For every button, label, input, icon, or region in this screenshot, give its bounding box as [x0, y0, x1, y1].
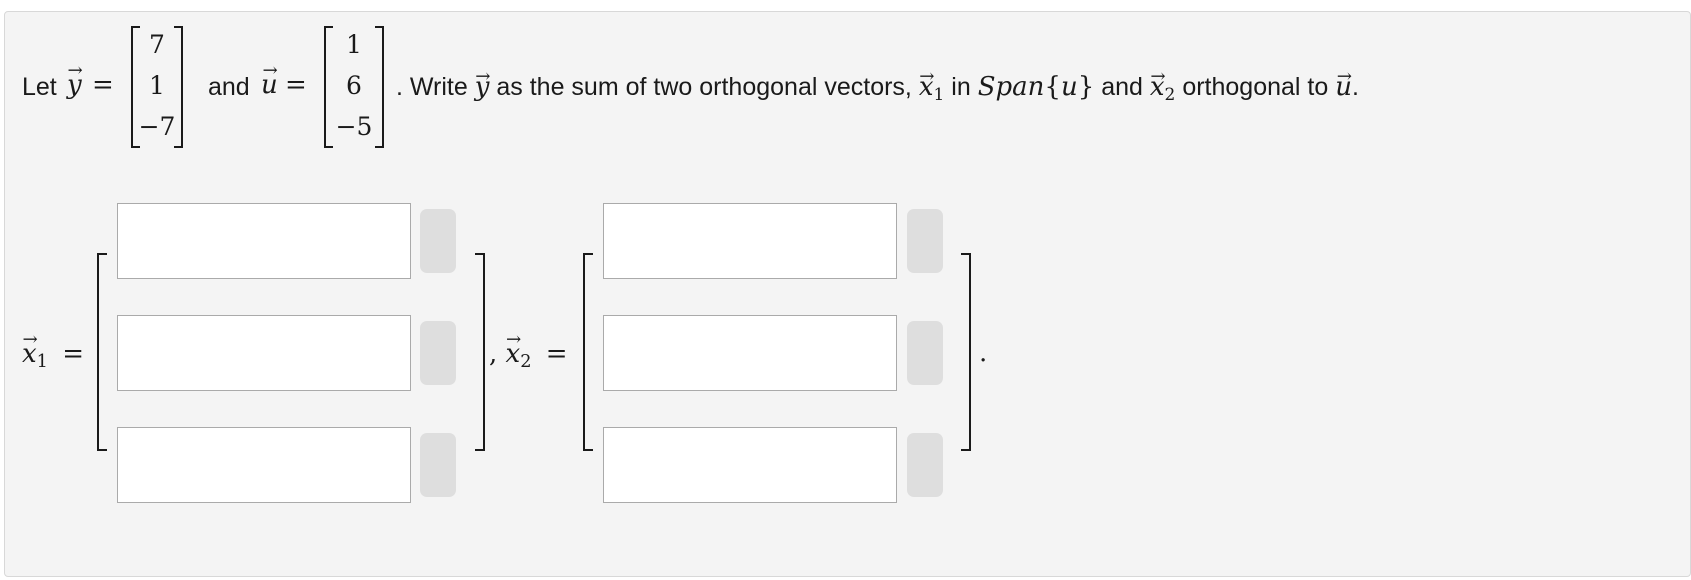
x1-entry-2-status: [420, 321, 456, 385]
x2-right-bracket: [961, 253, 971, 451]
problem-and: and: [208, 73, 250, 101]
x1-entry-1-status: [420, 209, 456, 273]
answer-period: .: [979, 338, 988, 368]
x2-left-bracket: [583, 253, 593, 451]
x2-entry-3-status: [907, 433, 943, 497]
x2-entry-1-input[interactable]: [603, 203, 897, 279]
u-entry-3: −5: [335, 112, 373, 141]
x1-entry-3-input[interactable]: [117, 427, 411, 503]
u-symbol: u: [261, 70, 278, 100]
x1-entry-2-input[interactable]: [117, 315, 411, 391]
x2-entry-2-input[interactable]: [603, 315, 897, 391]
x2-entry-1-status: [907, 209, 943, 273]
y-entry-2: 1: [149, 71, 165, 100]
y-entry-3: −7: [138, 112, 176, 141]
x2-entry-3-input[interactable]: [603, 427, 897, 503]
u-column-vector: 1 6 −5: [324, 26, 384, 148]
problem-sentence: . Write y as the sum of two orthogonal v…: [396, 72, 1359, 105]
equals-sign: =: [92, 70, 114, 100]
x1-right-bracket: [475, 253, 485, 451]
y-entry-1: 7: [149, 30, 165, 59]
x1-entry-3-status: [420, 433, 456, 497]
u-entry-1: 1: [346, 30, 362, 59]
y-symbol: y: [67, 70, 82, 100]
x1-entry-1-input[interactable]: [117, 203, 411, 279]
y-column-vector: 7 1 −7: [131, 26, 183, 148]
problem-let: Let: [22, 73, 57, 101]
x1-left-bracket: [97, 253, 107, 451]
x2-label: , x2 =: [489, 339, 568, 372]
x2-entry-2-status: [907, 321, 943, 385]
equals-sign-2: =: [285, 70, 307, 100]
x1-label: x1 =: [22, 339, 84, 372]
u-entry-2: 6: [346, 71, 362, 100]
